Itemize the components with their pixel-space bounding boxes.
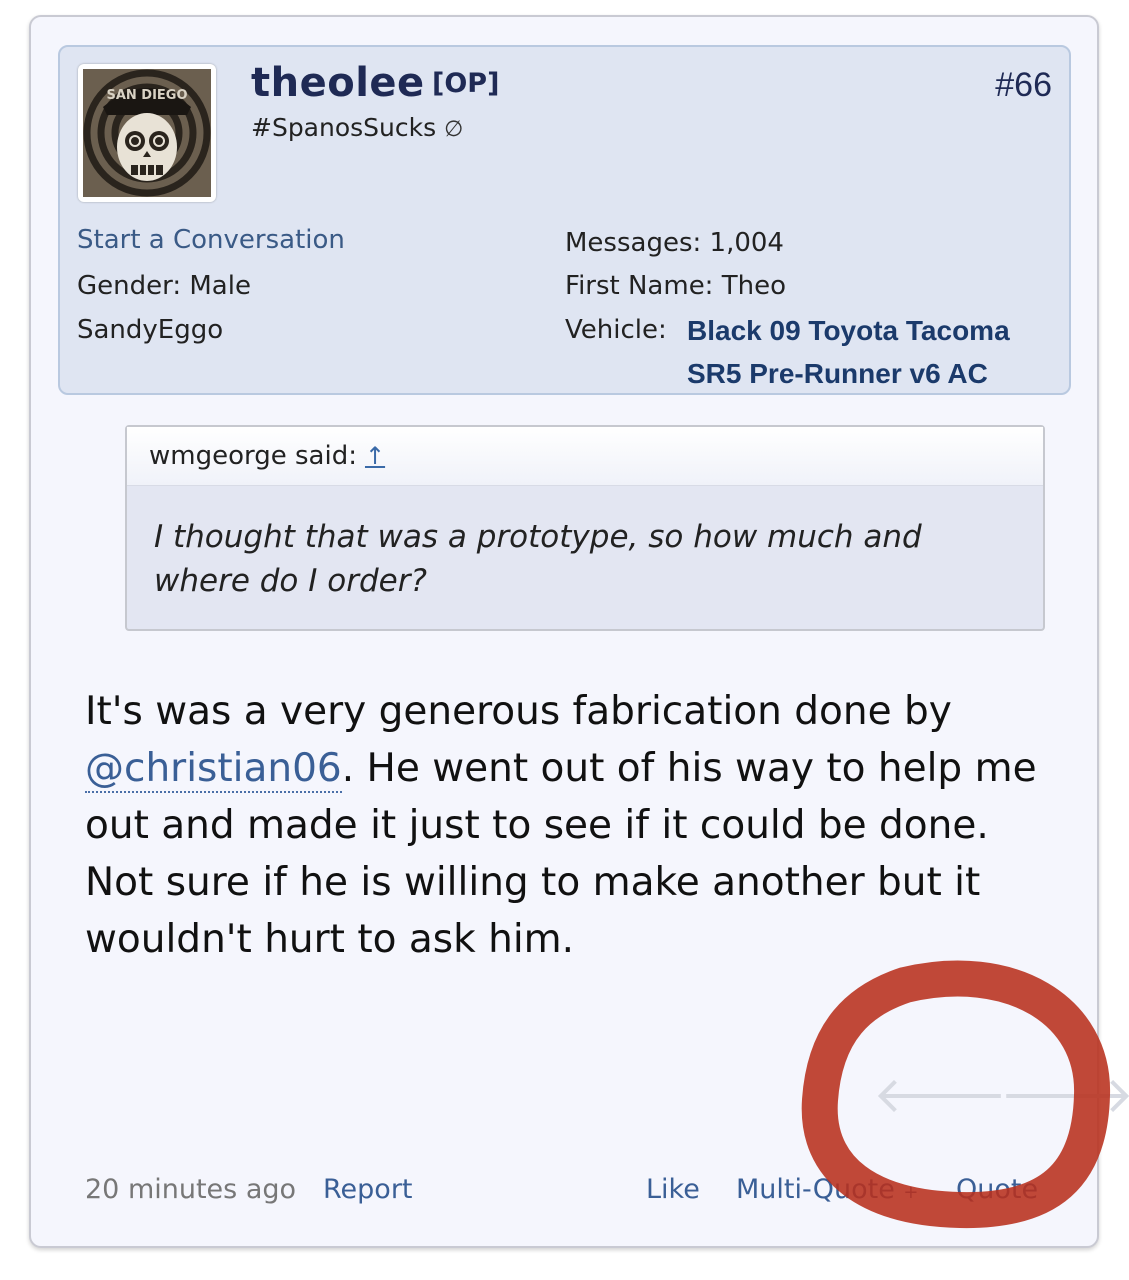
post-number-link[interactable]: #66 <box>995 66 1052 105</box>
vehicle-label: Vehicle: <box>565 315 667 345</box>
quote-header: wmgeorge said: ↑ <box>127 427 1043 486</box>
arrow-left-icon[interactable]: 🡐 <box>873 1065 1007 1125</box>
start-conversation-link[interactable]: Start a Conversation <box>77 225 345 255</box>
vehicle-line-1: Black 09 Toyota Tacoma <box>687 315 1010 346</box>
quote-attribution: wmgeorge said: ↑ <box>149 441 385 471</box>
username-link[interactable]: theolee <box>251 60 425 106</box>
user-title: #SpanosSucks ∅ <box>251 113 463 142</box>
jump-to-quoted-post-icon[interactable]: ↑ <box>365 442 385 470</box>
quote-link[interactable]: Quote <box>956 1174 1038 1205</box>
location-info: SandyEggo <box>77 315 224 345</box>
vehicle-line-2: SR5 Pre-Runner v6 AC <box>687 358 988 389</box>
like-link[interactable]: Like <box>646 1174 700 1205</box>
arrow-right-icon[interactable]: 🡒 <box>1000 1065 1129 1125</box>
quote-block: wmgeorge said: ↑ I thought that was a pro… <box>125 425 1045 631</box>
null-symbol-icon: ∅ <box>444 117 464 142</box>
plus-icon: + <box>903 1182 919 1203</box>
avatar-logo-text: SAN DIEGO <box>106 88 187 103</box>
avatar[interactable]: SAN DIEGO <box>78 64 216 202</box>
user-mention-link[interactable]: @christian06 <box>85 746 342 793</box>
skull-avatar-icon: SAN DIEGO <box>83 69 211 197</box>
multi-quote-label: Multi-Quote <box>736 1174 895 1205</box>
report-link[interactable]: Report <box>323 1174 413 1205</box>
message-text-1: It's was a very generous fabrication don… <box>85 689 952 734</box>
multi-quote-link[interactable]: Multi-Quote + <box>736 1174 919 1205</box>
quote-text: I thought that was a prototype, so how m… <box>154 519 922 599</box>
messages-count: Messages: 1,004 <box>565 228 784 258</box>
quote-author: wmgeorge said: <box>149 441 357 471</box>
message-body: It's was a very generous fabrication don… <box>85 683 1060 968</box>
first-name-info: First Name: Theo <box>565 271 786 301</box>
gender-info: Gender: Male <box>77 271 251 301</box>
user-title-text: #SpanosSucks <box>251 113 437 142</box>
op-tag: [OP] <box>432 68 500 99</box>
vehicle-value: Black 09 Toyota Tacoma SR5 Pre-Runner v6… <box>687 309 1057 395</box>
post-timestamp[interactable]: 20 minutes ago <box>85 1174 296 1205</box>
